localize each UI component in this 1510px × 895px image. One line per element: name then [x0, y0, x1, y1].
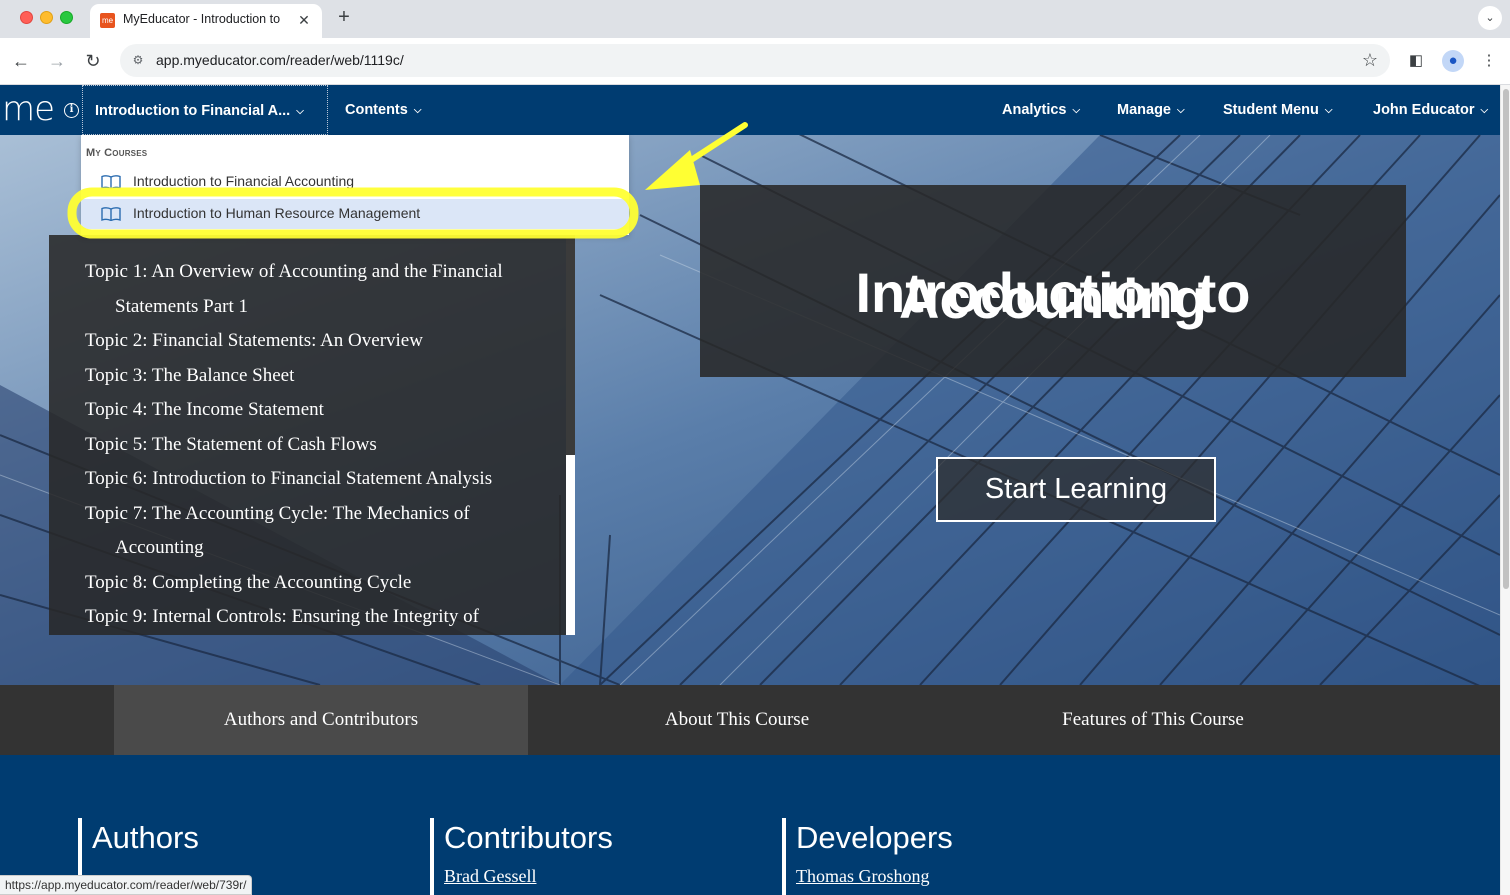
toc-topic-link[interactable]: Topic 4: The Income Statement [85, 393, 535, 428]
developer-name-link[interactable]: Thomas Groshong [796, 866, 953, 887]
book-icon [101, 175, 121, 189]
user-menu[interactable]: John Educator ⌵ [1373, 85, 1488, 135]
toc-list: Topic 1: An Overview of Accounting and t… [85, 255, 535, 635]
course-title-box: Introduction to Accounting [700, 185, 1406, 377]
course-switcher-label: Introduction to Financial A... [95, 103, 291, 119]
course-item-financial-accounting[interactable]: Introduction to Financial Accounting [81, 167, 629, 197]
site-settings-icon[interactable]: ⚙ [130, 52, 146, 68]
chevron-down-icon[interactable]: ⌄ [1478, 6, 1502, 30]
forward-button[interactable]: → [45, 49, 69, 73]
course-item-label: Introduction to Financial Accounting [133, 173, 355, 189]
toc-topic-link[interactable]: Topic 2: Financial Statements: An Overvi… [85, 324, 535, 359]
maximize-window-button[interactable] [60, 11, 73, 24]
developers-title: Developers [796, 820, 953, 855]
reload-button[interactable]: ↻ [81, 49, 105, 73]
table-of-contents-panel: Topic 1: An Overview of Accounting and t… [49, 235, 575, 635]
contributor-name-link[interactable]: Brad Gessell [444, 866, 613, 887]
new-tab-button[interactable]: + [333, 6, 355, 28]
browser-toolbar: ← → ↻ ⚙ app.myeducator.com/reader/web/11… [0, 38, 1510, 85]
tab-authors-and-contributors[interactable]: Authors and Contributors [114, 685, 528, 755]
app-navbar: me i Introduction to Financial A... ⌵ Con… [0, 85, 1500, 135]
toc-topic-link[interactable]: Topic 6: Introduction to Financial State… [85, 462, 535, 497]
developers-column: Developers Thomas Groshong [782, 818, 953, 895]
page-scrollbar-thumb[interactable] [1503, 89, 1509, 589]
page-scrollbar[interactable] [1500, 85, 1510, 895]
close-icon[interactable]: ✕ [294, 10, 314, 30]
info-icon[interactable]: i [64, 103, 79, 118]
side-panel-icon[interactable]: ◧ [1405, 50, 1427, 72]
toc-topic-link[interactable]: Topic 5: The Statement of Cash Flows [85, 428, 535, 463]
course-item-label: Introduction to Human Resource Managemen… [133, 205, 421, 221]
url-text[interactable]: app.myeducator.com/reader/web/1119c/ [156, 52, 404, 68]
analytics-label: Analytics [1002, 102, 1067, 118]
toc-topic-link[interactable]: Topic 9: Internal Controls: Ensuring the… [85, 600, 535, 635]
chevron-down-icon: ⌵ [296, 106, 304, 117]
manage-menu[interactable]: Manage ⌵ [1117, 85, 1185, 135]
bookmark-star-icon[interactable]: ☆ [1362, 50, 1378, 71]
student-menu[interactable]: Student Menu ⌵ [1223, 85, 1332, 135]
more-menu-icon[interactable]: ⋮ [1478, 50, 1500, 72]
my-courses-header: My Courses [86, 147, 148, 159]
authors-title: Authors [92, 820, 199, 855]
chevron-down-icon: ⌵ [1480, 105, 1489, 116]
course-item-human-resource-management[interactable]: Introduction to Human Resource Managemen… [81, 199, 629, 229]
authors-section: Authors Contributors Brad Gessell Develo… [0, 755, 1500, 895]
toc-topic-link[interactable]: Topic 3: The Balance Sheet [85, 359, 535, 394]
toc-topic-link[interactable]: Topic 1: An Overview of Accounting and t… [85, 255, 535, 324]
contents-label: Contents [345, 102, 408, 118]
profile-avatar-icon[interactable]: ● [1442, 50, 1464, 72]
toc-topic-link[interactable]: Topic 8: Completing the Accounting Cycle [85, 566, 535, 601]
contents-menu[interactable]: Contents ⌵ [345, 85, 421, 135]
my-courses-dropdown: My Courses Introduction to Financial Acc… [81, 135, 629, 235]
address-bar[interactable]: ⚙ app.myeducator.com/reader/web/1119c/ ☆ [120, 44, 1390, 77]
chevron-down-icon: ⌵ [413, 105, 422, 116]
chevron-down-icon: ⌵ [1072, 105, 1081, 116]
tab-title: MyEducator - Introduction to [123, 12, 281, 26]
tab-features-of-this-course[interactable]: Features of This Course [946, 685, 1360, 755]
myeducator-favicon-icon: me [100, 13, 115, 28]
course-switcher-menu[interactable]: Introduction to Financial A... ⌵ [82, 85, 328, 135]
myeducator-logo[interactable]: me [2, 89, 55, 129]
book-icon [101, 207, 121, 221]
link-status-bar: https://app.myeducator.com/reader/web/73… [0, 875, 253, 895]
manage-label: Manage [1117, 102, 1171, 118]
user-menu-label: John Educator [1373, 102, 1475, 118]
contributors-title: Contributors [444, 820, 613, 855]
chevron-down-icon: ⌵ [1177, 105, 1185, 116]
back-button[interactable]: ← [9, 49, 33, 73]
close-window-button[interactable] [20, 11, 33, 24]
toc-topic-link[interactable]: Topic 7: The Accounting Cycle: The Mecha… [85, 497, 535, 566]
analytics-menu[interactable]: Analytics ⌵ [1002, 85, 1080, 135]
browser-tabstrip: me MyEducator - Introduction to ✕ + ⌄ [0, 0, 1510, 38]
course-info-tabs: Authors and Contributors About This Cour… [0, 685, 1500, 755]
contributors-column: Contributors Brad Gessell [430, 818, 613, 895]
chevron-down-icon: ⌵ [1324, 105, 1333, 116]
course-title-line2: Accounting [899, 267, 1207, 330]
tab-about-this-course[interactable]: About This Course [528, 685, 946, 755]
toc-scrollbar-thumb[interactable] [566, 455, 575, 635]
toc-scrollbar[interactable] [566, 235, 575, 635]
start-learning-button[interactable]: Start Learning [936, 457, 1216, 522]
student-menu-label: Student Menu [1223, 102, 1319, 118]
browser-tab[interactable]: me MyEducator - Introduction to ✕ [90, 4, 322, 38]
minimize-window-button[interactable] [40, 11, 53, 24]
